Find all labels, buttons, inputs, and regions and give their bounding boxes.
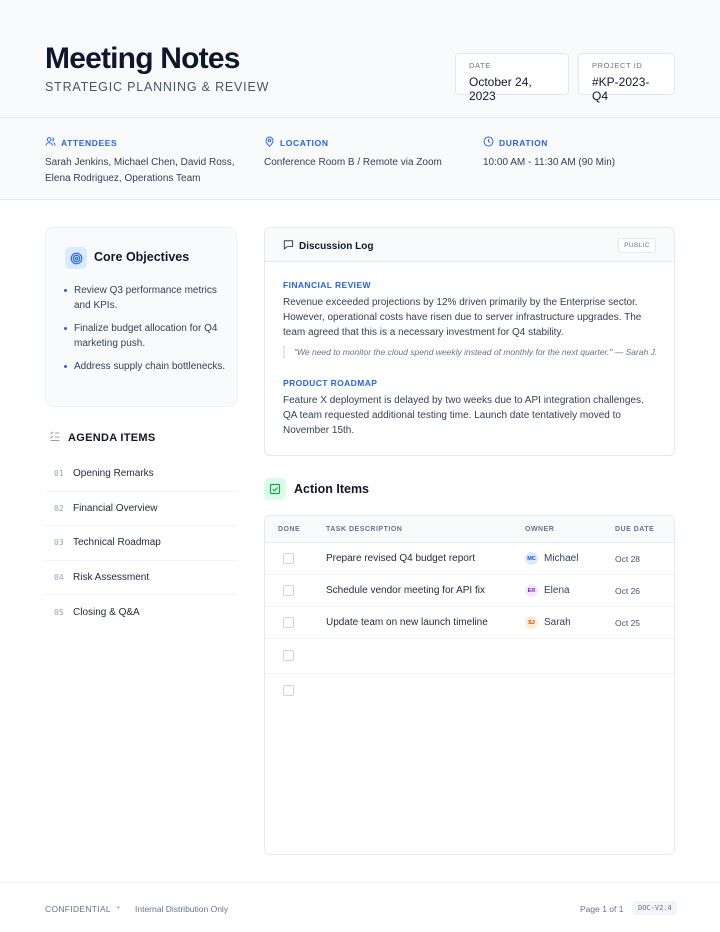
agenda-item[interactable]: 03 Technical Roadmap: [45, 526, 237, 561]
distribution-label: Internal Distribution Only: [135, 904, 229, 914]
table-row: Schedule vendor meeting for API fix ER E…: [265, 575, 674, 607]
attendees-line-2: Elena Rodriguez, Operations Team: [45, 173, 201, 184]
discussion-log-card: Discussion Log PUBLIC FINANCIAL REVIEW R…: [264, 227, 675, 456]
meeting-info-bar: ATTENDEES Sarah Jenkins, Michael Chen, D…: [0, 118, 720, 200]
due-date: Oct 25: [615, 618, 641, 628]
discussion-quote: "We need to monitor the cloud spend week…: [283, 345, 658, 359]
action-items-title: Action Items: [294, 482, 370, 496]
done-checkbox[interactable]: [283, 617, 294, 628]
page-subtitle: STRATEGIC PLANNING & REVIEW: [45, 80, 270, 94]
duration-label: DURATION: [499, 137, 549, 148]
map-pin-icon: [264, 136, 275, 149]
done-checkbox[interactable]: [283, 650, 294, 661]
page-number: Page 1 of 1: [580, 904, 624, 914]
product-roadmap-title: PRODUCT ROADMAP: [283, 378, 378, 388]
core-objectives-card: Core Objectives Review Q3 performance me…: [45, 227, 237, 407]
visibility-badge: PUBLIC: [618, 238, 656, 253]
owner-name: Elena: [544, 585, 570, 596]
location-label: LOCATION: [280, 137, 329, 148]
project-id-value: #KP-2023-Q4: [592, 75, 650, 103]
financial-review-body: Revenue exceeded projections by 12% driv…: [283, 297, 642, 338]
attendees-label: ATTENDEES: [61, 137, 118, 148]
project-id-box: PROJECT ID #KP-2023-Q4: [578, 53, 675, 103]
objective-item: Review Q3 performance metrics and KPIs.: [64, 283, 229, 313]
done-checkbox[interactable]: [283, 585, 294, 596]
task-description: Prepare revised Q4 budget report: [326, 553, 475, 564]
agenda-item[interactable]: 04 Risk Assessment: [45, 561, 237, 595]
empty-table-row: [265, 674, 674, 709]
agenda-label: Financial Overview: [73, 502, 158, 514]
objective-item: Finalize budget allocation for Q4 market…: [64, 321, 229, 351]
agenda-number: 04: [54, 572, 64, 582]
task-description: Schedule vendor meeting for API fix: [326, 585, 485, 596]
duration-value: 10:00 AM - 11:30 AM (90 Min): [483, 157, 616, 168]
empty-table-row: [265, 639, 674, 674]
done-checkbox[interactable]: [283, 684, 294, 696]
agenda-item[interactable]: 05 Closing & Q&A: [45, 595, 237, 630]
attendees-section: ATTENDEES Sarah Jenkins, Michael Chen, D…: [45, 136, 235, 187]
location-value: Conference Room B / Remote via Zoom: [264, 157, 442, 168]
financial-review-title: FINANCIAL REVIEW: [283, 280, 371, 290]
owner-avatar: SJ: [525, 616, 538, 629]
owner-name: Sarah: [544, 617, 571, 628]
discussion-log-header: Discussion Log PUBLIC: [265, 228, 674, 262]
agenda-label: Technical Roadmap: [73, 537, 161, 549]
agenda-item[interactable]: 02 Financial Overview: [45, 492, 237, 526]
agenda-list: 01 Opening Remarks 02 Financial Overview…: [45, 457, 237, 630]
document-header: Meeting Notes STRATEGIC PLANNING & REVIE…: [0, 0, 720, 118]
table-header: DONE TASK DESCRIPTION OWNER DUE DATE: [265, 516, 674, 543]
agenda-label: Opening Remarks: [73, 468, 154, 480]
agenda-number: 02: [54, 503, 64, 513]
column-task: TASK DESCRIPTION: [326, 526, 403, 533]
version-badge: DOC-V2.4: [633, 901, 677, 915]
owner-avatar: MC: [525, 552, 538, 565]
objective-item: Address supply chain bottlenecks.: [64, 359, 229, 374]
agenda-number: 05: [54, 607, 64, 617]
due-date: Oct 26: [615, 586, 641, 596]
date-label: DATE: [469, 61, 491, 70]
target-icon: [65, 247, 87, 269]
date-value: October 24, 2023: [469, 75, 532, 103]
document-footer: CONFIDENTIAL • Internal Distribution Onl…: [0, 882, 720, 932]
duration-section: DURATION 10:00 AM - 11:30 AM (90 Min): [483, 136, 615, 171]
agenda-header: AGENDA ITEMS: [49, 430, 156, 445]
checklist-icon: [49, 430, 61, 445]
done-checkbox[interactable]: [283, 553, 294, 564]
action-items-header: Action Items: [264, 478, 369, 500]
discussion-log-title: Discussion Log: [299, 240, 374, 252]
footer-separator: •: [117, 903, 120, 912]
attendees-line-1: Sarah Jenkins, Michael Chen, David Ross,: [45, 157, 235, 168]
agenda-title: AGENDA ITEMS: [68, 431, 156, 444]
agenda-item[interactable]: 01 Opening Remarks: [45, 457, 237, 492]
product-roadmap-body: Feature X deployment is delayed by two w…: [283, 395, 644, 436]
core-objectives-title: Core Objectives: [94, 250, 190, 264]
owner-name: Michael: [544, 553, 579, 564]
column-done: DONE: [278, 526, 301, 533]
users-icon: [45, 136, 56, 149]
due-date: Oct 28: [615, 554, 641, 564]
project-id-label: PROJECT ID: [592, 61, 643, 70]
date-box: DATE October 24, 2023: [455, 53, 569, 103]
agenda-number: 01: [54, 469, 64, 479]
table-row: Update team on new launch timeline SJ Sa…: [265, 607, 674, 639]
task-description: Update team on new launch timeline: [326, 617, 488, 628]
objectives-list: Review Q3 performance metrics and KPIs. …: [64, 283, 229, 382]
location-section: LOCATION Conference Room B / Remote via …: [264, 136, 442, 171]
page-title: Meeting Notes: [45, 42, 240, 75]
message-square-icon: [283, 239, 294, 253]
check-square-icon: [264, 478, 286, 500]
owner-avatar: ER: [525, 584, 538, 597]
agenda-number: 03: [54, 538, 64, 548]
clock-icon: [483, 136, 494, 149]
column-owner: OWNER: [525, 526, 555, 533]
agenda-label: Closing & Q&A: [73, 606, 140, 618]
action-items-table: DONE TASK DESCRIPTION OWNER DUE DATE Pre…: [264, 515, 675, 855]
table-row: Prepare revised Q4 budget report MC Mich…: [265, 543, 674, 575]
confidential-label: CONFIDENTIAL: [45, 904, 111, 914]
agenda-label: Risk Assessment: [73, 571, 150, 583]
column-due-date: DUE DATE: [615, 526, 655, 533]
